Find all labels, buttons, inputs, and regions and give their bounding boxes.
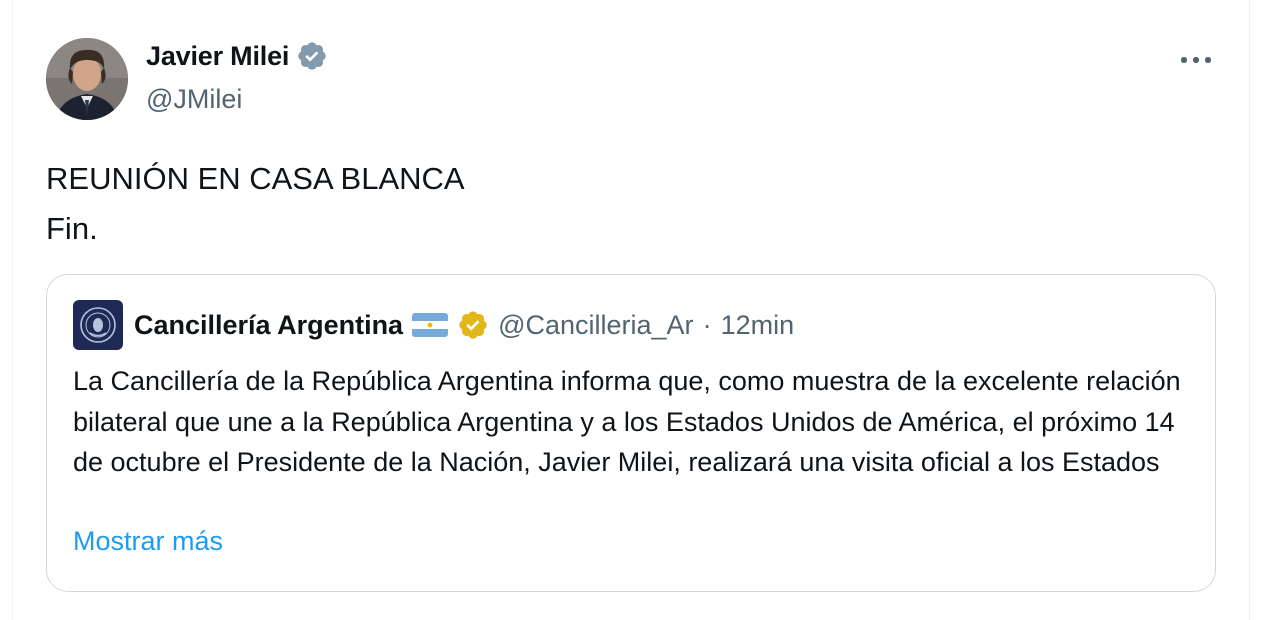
more-options-button[interactable] [1176,42,1216,78]
quoted-tweet-header: Cancillería Argentina @Cancilleria_Ar · … [73,300,794,350]
author-name-row[interactable]: Javier Milei [146,40,328,72]
quoted-tweet-text: La Cancillería de la República Argentina… [73,366,1181,477]
more-horizontal-icon [1180,56,1212,64]
argentina-flag-icon [412,313,449,337]
tweet-text: REUNIÓN EN CASA BLANCA Fin. [46,161,465,246]
quoted-author-handle[interactable]: @Cancilleria_Ar [498,310,693,341]
author-avatar[interactable] [46,38,128,120]
author-handle[interactable]: @JMilei [146,84,242,115]
quoted-author-avatar[interactable] [73,300,123,350]
quoted-tweet-card[interactable]: Cancillería Argentina @Cancilleria_Ar · … [46,274,1216,592]
quoted-tweet-timestamp[interactable]: 12min [721,310,795,341]
seal-icon [80,307,116,343]
show-more-link[interactable]: Mostrar más [73,526,223,557]
avatar-image [46,38,128,120]
verified-badge-icon [298,42,326,70]
gold-verified-badge-icon [459,311,487,339]
author-display-name[interactable]: Javier Milei [146,41,289,72]
separator-dot: · [702,309,712,340]
quoted-author-display-name[interactable]: Cancillería Argentina [134,310,403,341]
